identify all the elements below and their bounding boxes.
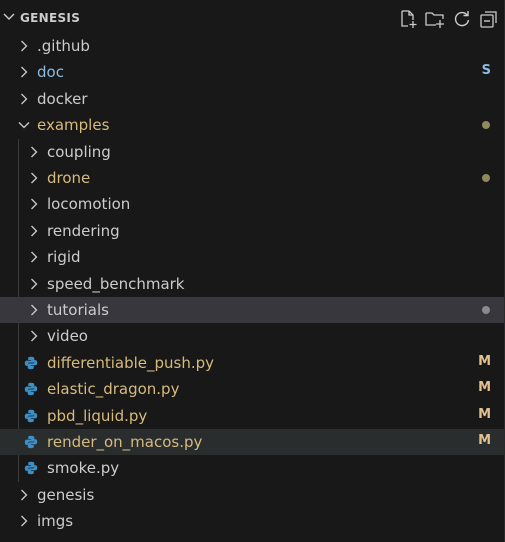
chevron-right-icon[interactable] — [28, 146, 40, 158]
explorer-actions — [398, 9, 499, 29]
python-file-icon — [24, 409, 38, 422]
folder-item[interactable]: docker — [0, 86, 505, 112]
file-item[interactable]: elastic_dragon.py M — [0, 376, 505, 402]
item-label: smoke.py — [47, 459, 120, 478]
modified-dot-icon — [482, 121, 490, 130]
chevron-down-icon[interactable] — [3, 13, 15, 21]
item-label: locomotion — [47, 195, 131, 214]
item-label: speed_benchmark — [47, 274, 185, 293]
git-status-badge: M — [478, 433, 491, 448]
item-label: doc — [37, 63, 64, 82]
item-label: elastic_dragon.py — [47, 380, 180, 399]
folder-item[interactable]: imgs — [0, 508, 505, 534]
folder-item[interactable]: speed_benchmark — [0, 271, 505, 297]
collapse-all-icon[interactable] — [479, 9, 499, 29]
chevron-right-icon[interactable] — [28, 278, 40, 290]
chevron-right-icon[interactable] — [28, 251, 40, 263]
item-label: coupling — [47, 142, 111, 161]
folder-item[interactable]: examples — [0, 112, 505, 138]
item-label: imgs — [37, 512, 74, 531]
folder-item[interactable]: locomotion — [0, 191, 505, 217]
chevron-right-icon[interactable] — [28, 198, 40, 210]
item-label: render_on_macos.py — [47, 433, 203, 451]
folder-item[interactable]: rigid — [0, 244, 505, 270]
item-label: genesis — [37, 485, 95, 504]
file-item[interactable]: render_on_macos.py M — [0, 429, 505, 455]
modified-dot-icon — [482, 174, 490, 182]
chevron-right-icon[interactable] — [18, 93, 30, 105]
chevron-right-icon[interactable] — [28, 330, 40, 342]
item-label: tutorials — [47, 301, 109, 319]
folder-item[interactable]: .github — [0, 33, 505, 59]
item-label: .github — [37, 37, 90, 55]
item-label: rigid — [47, 248, 81, 267]
folder-item[interactable]: tutorials — [0, 297, 505, 323]
explorer-title: GENESIS — [20, 11, 81, 25]
modified-dot-icon — [482, 306, 490, 314]
python-file-icon — [24, 462, 38, 475]
chevron-right-icon[interactable] — [28, 304, 40, 316]
folder-item[interactable]: genesis — [0, 482, 505, 508]
item-label: docker — [37, 89, 88, 108]
new-file-icon[interactable] — [398, 9, 418, 29]
folder-item[interactable]: coupling — [0, 139, 505, 165]
item-label: differentiable_push.py — [47, 353, 214, 372]
folder-item[interactable]: doc S — [0, 59, 505, 85]
chevron-right-icon[interactable] — [18, 489, 30, 501]
chevron-right-icon[interactable] — [18, 515, 30, 527]
git-status-badge: M — [478, 353, 491, 369]
git-status-badge: M — [478, 406, 491, 422]
item-label: pbd_liquid.py — [47, 406, 148, 425]
chevron-down-icon[interactable] — [18, 119, 30, 131]
explorer-header: GENESIS — [0, 0, 505, 36]
file-item[interactable]: pbd_liquid.py M — [0, 403, 505, 429]
python-file-icon — [24, 356, 38, 369]
git-status-badge: M — [478, 380, 491, 396]
file-item[interactable]: smoke.py — [0, 455, 505, 481]
item-label: examples — [37, 116, 110, 135]
folder-item[interactable]: drone — [0, 165, 505, 191]
chevron-right-icon[interactable] — [18, 66, 30, 78]
new-folder-icon[interactable] — [425, 9, 445, 29]
folder-item[interactable]: rendering — [0, 218, 505, 244]
refresh-icon[interactable] — [452, 9, 472, 29]
chevron-right-icon[interactable] — [28, 172, 40, 184]
python-file-icon — [24, 435, 38, 449]
item-label: drone — [47, 169, 91, 187]
chevron-right-icon[interactable] — [28, 225, 40, 237]
folder-item[interactable]: video — [0, 323, 505, 349]
item-label: video — [47, 327, 88, 346]
git-status-badge: S — [481, 63, 491, 79]
item-label: rendering — [47, 221, 120, 240]
chevron-right-icon[interactable] — [18, 40, 30, 52]
file-item[interactable]: differentiable_push.py M — [0, 350, 505, 376]
python-file-icon — [24, 382, 38, 396]
